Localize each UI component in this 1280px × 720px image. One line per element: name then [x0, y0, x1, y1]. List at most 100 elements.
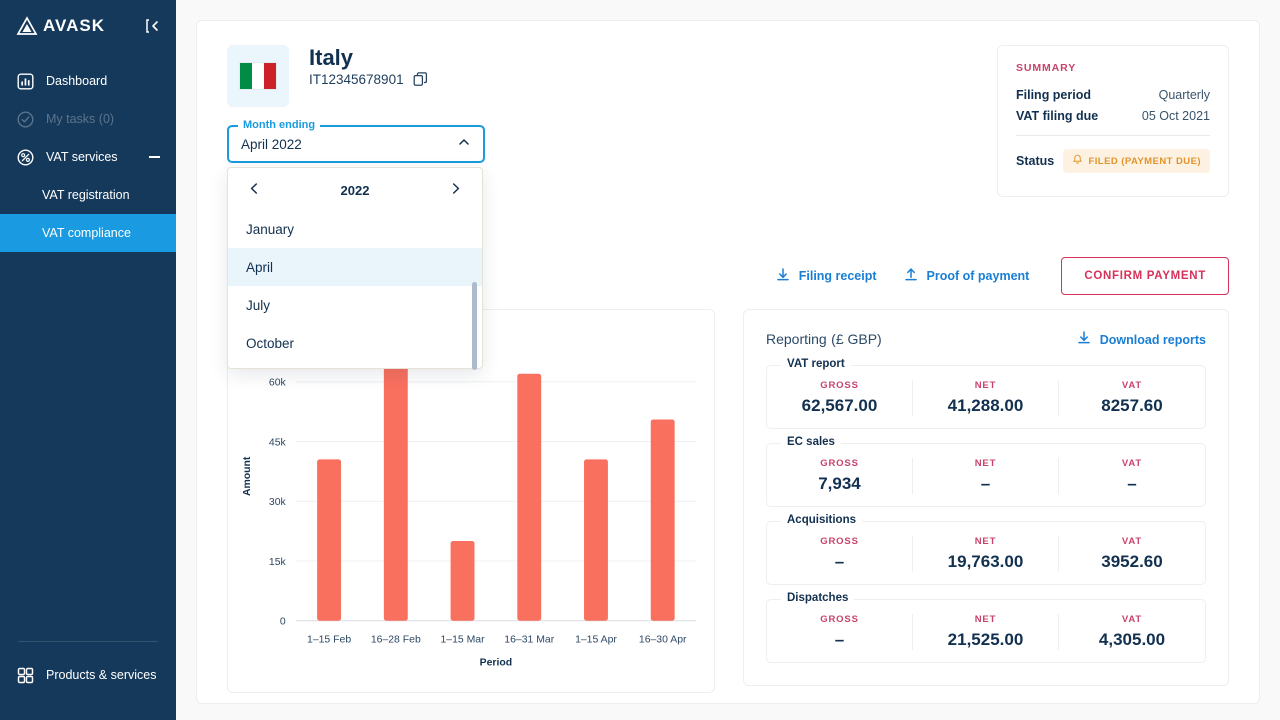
chart-ytick-label: 60k: [269, 378, 287, 389]
report-cell-vat: VAT –: [1059, 458, 1205, 494]
report-value: –: [980, 474, 991, 493]
dropdown-option-october[interactable]: October: [228, 324, 482, 362]
chart-xtick-label: 1–15 Feb: [307, 635, 351, 646]
chart-xtick-label: 16–30 Apr: [639, 635, 687, 646]
country-flag-container: [227, 45, 289, 107]
chart-ytick-label: 45k: [269, 437, 287, 448]
report-cell-vat: VAT 8257.60: [1059, 380, 1205, 416]
chevron-right-icon[interactable]: [445, 180, 466, 200]
dropdown-option-list: January April July October: [228, 210, 482, 370]
country-identity: Italy IT12345678901: [227, 45, 428, 107]
chart-xaxis-title: Period: [480, 658, 512, 669]
sidebar: AVASK Dashboard My tasks (0) VAT service…: [0, 0, 176, 720]
report-cell-net: NET 19,763.00: [913, 536, 1059, 572]
download-reports-label: Download reports: [1099, 332, 1206, 347]
reporting-currency: (£ GBP): [831, 330, 882, 347]
reporting-header: Reporting (£ GBP) Download reports: [766, 330, 1206, 349]
sidebar-item-dashboard[interactable]: Dashboard: [0, 62, 176, 100]
summary-value: Quarterly: [1158, 88, 1210, 102]
status-badge: FILED (PAYMENT DUE): [1063, 149, 1210, 173]
report-section-legend: Acquisitions: [781, 514, 863, 526]
chart-ytick-label: 30k: [269, 497, 287, 508]
chevron-up-icon[interactable]: [457, 135, 471, 154]
proof-of-payment-label: Proof of payment: [926, 269, 1030, 283]
chart-bar[interactable]: [650, 419, 675, 621]
sidebar-item-label: VAT services: [46, 150, 118, 164]
report-column-label: VAT: [1121, 380, 1143, 391]
sidebar-subitem-label: VAT registration: [42, 188, 130, 202]
report-section-ec-sales: EC sales GROSS 7,934 NET – VAT –: [766, 436, 1206, 507]
report-value: 21,525.00: [947, 630, 1024, 649]
month-ending-select[interactable]: Month ending April 2022: [227, 119, 485, 163]
dropdown-scrollbar[interactable]: [472, 282, 477, 370]
sidebar-item-vat-services[interactable]: VAT services: [0, 138, 176, 176]
chart-bar[interactable]: [517, 373, 542, 621]
chart-xtick-label: 1–15 Apr: [575, 635, 617, 646]
upload-icon: [903, 267, 919, 286]
proof-of-payment-button[interactable]: Proof of payment: [903, 267, 1030, 286]
report-value: 4,305.00: [1098, 630, 1166, 649]
report-column-label: VAT: [1121, 614, 1143, 625]
report-section-vat-report: VAT report GROSS 62,567.00 NET 41,288.00…: [766, 358, 1206, 429]
report-value: 3952.60: [1101, 552, 1163, 571]
sidebar-item-vat-compliance[interactable]: VAT compliance: [0, 214, 176, 252]
summary-title: SUMMARY: [1016, 62, 1077, 74]
report-value: –: [834, 630, 845, 649]
sidebar-footer: Products & services: [0, 641, 176, 720]
chart-ytick-label: 0: [280, 617, 286, 628]
report-cell-net: NET 41,288.00: [913, 380, 1059, 416]
sidebar-item-products-services[interactable]: Products & services: [0, 656, 176, 694]
chart-bar[interactable]: [317, 459, 342, 621]
chart-bar[interactable]: [450, 541, 475, 621]
chart-bar[interactable]: [383, 333, 408, 621]
report-cell-gross: GROSS –: [767, 536, 913, 572]
reporting-title: Reporting (£ GBP): [766, 331, 882, 349]
brand-logo: AVASK: [16, 15, 105, 37]
report-column-label: NET: [974, 458, 997, 469]
collapse-section-icon[interactable]: [149, 156, 160, 158]
sidebar-item-vat-registration[interactable]: VAT registration: [0, 176, 176, 214]
report-section-legend: VAT report: [781, 358, 851, 370]
copy-icon[interactable]: [413, 72, 428, 87]
page-title: Italy: [309, 45, 354, 70]
report-column-label: NET: [974, 380, 997, 391]
bell-icon: [1072, 154, 1083, 168]
chart-bar[interactable]: [584, 459, 608, 621]
vat-number-row: IT12345678901: [309, 72, 428, 87]
month-ending-select-wrapper: Month ending April 2022 2022 January Apr…: [227, 119, 485, 370]
filing-receipt-button[interactable]: Filing receipt: [775, 267, 877, 286]
collapse-panel-icon[interactable]: [144, 17, 162, 35]
sidebar-item-my-tasks[interactable]: My tasks (0): [0, 100, 176, 138]
dashboard-icon: [16, 72, 35, 91]
chevron-left-icon[interactable]: [244, 180, 265, 200]
italy-flag-icon: [240, 63, 276, 89]
dropdown-option-january[interactable]: January: [228, 210, 482, 248]
report-column-label: GROSS: [820, 614, 859, 625]
report-value: –: [834, 552, 845, 571]
month-ending-label: Month ending: [238, 119, 321, 131]
sidebar-header: AVASK: [0, 0, 176, 52]
dropdown-option-july[interactable]: July: [228, 286, 482, 324]
report-value: 62,567.00: [801, 396, 878, 415]
summary-value: 05 Oct 2021: [1141, 109, 1210, 123]
download-reports-button[interactable]: Download reports: [1076, 330, 1206, 349]
chart-yaxis-title: Amount: [242, 456, 253, 496]
reporting-title-text: Reporting: [766, 330, 827, 347]
grid-icon: [16, 666, 35, 685]
report-column-label: GROSS: [820, 458, 859, 469]
confirm-payment-button[interactable]: CONFIRM PAYMENT: [1061, 257, 1229, 295]
report-column-label: NET: [974, 536, 997, 547]
chart-xtick-label: 1–15 Mar: [440, 635, 485, 646]
download-icon: [1076, 330, 1092, 349]
sidebar-subitem-label: VAT compliance: [42, 226, 131, 240]
report-cell-net: NET 21,525.00: [913, 614, 1059, 650]
dropdown-option-april[interactable]: April: [228, 248, 482, 286]
actions-row: Filing receipt Proof of payment CONFIRM …: [775, 257, 1229, 295]
chart-xtick-label: 16–28 Feb: [371, 635, 421, 646]
report-column-label: VAT: [1121, 458, 1143, 469]
filing-receipt-label: Filing receipt: [798, 269, 877, 283]
content-panel: Italy IT12345678901 Month ending April 2…: [196, 20, 1260, 704]
report-column-label: VAT: [1121, 536, 1143, 547]
avask-logo-icon: [16, 15, 38, 37]
report-value: 41,288.00: [947, 396, 1024, 415]
